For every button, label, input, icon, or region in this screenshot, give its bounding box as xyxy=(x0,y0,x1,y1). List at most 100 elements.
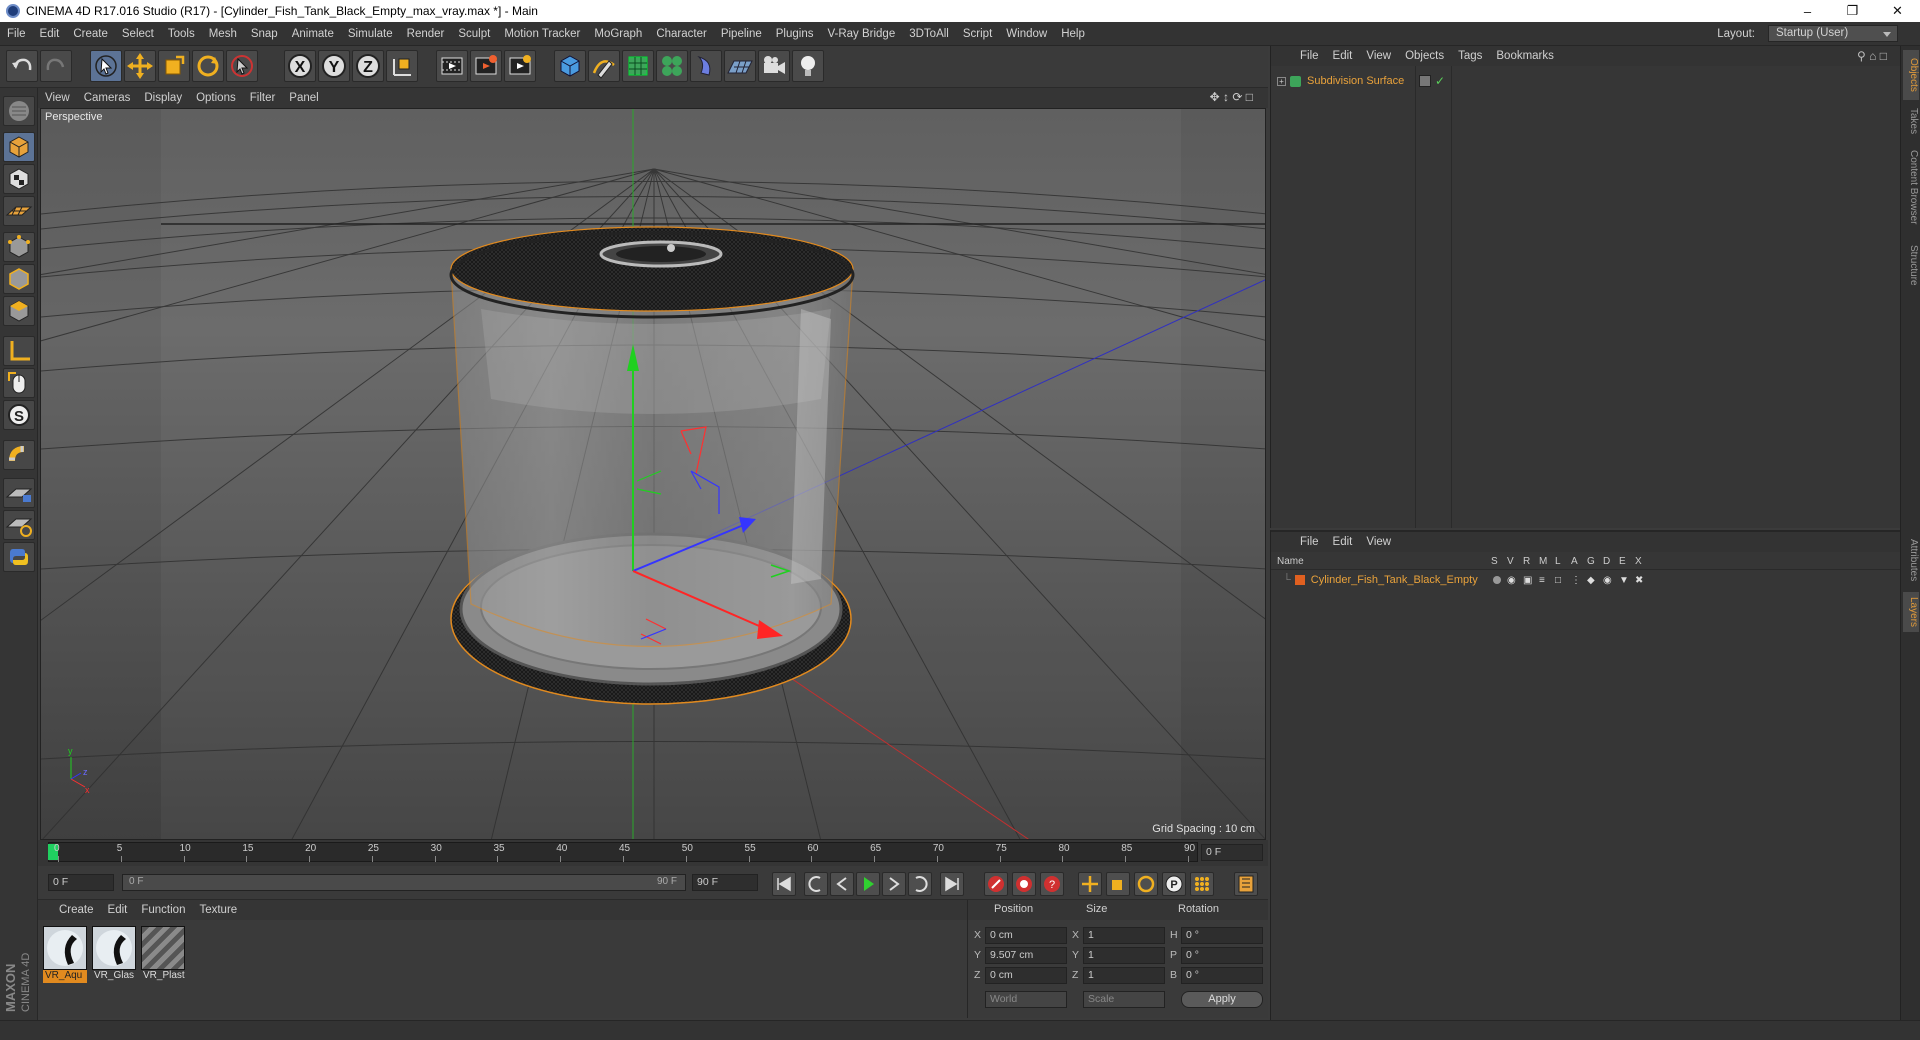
menu-pipeline[interactable]: Pipeline xyxy=(714,28,769,40)
floor-object-button[interactable] xyxy=(724,50,756,82)
next-key-button[interactable] xyxy=(908,872,932,896)
objects-menu-bookmarks[interactable]: Bookmarks xyxy=(1489,50,1561,62)
keyframe-selection-button[interactable]: ? xyxy=(1040,872,1064,896)
layer-render-column[interactable]: R xyxy=(1523,556,1530,567)
scale-tool-button[interactable] xyxy=(158,50,190,82)
enabled-check-icon[interactable]: ✓ xyxy=(1435,74,1445,88)
layer-animation-column[interactable]: A xyxy=(1571,556,1578,567)
material-swatch[interactable]: VR_Glas xyxy=(92,926,136,984)
timeline-layout-button[interactable] xyxy=(1234,872,1258,896)
cube-object-button[interactable] xyxy=(554,50,586,82)
redo-button[interactable] xyxy=(40,50,72,82)
menu-snap[interactable]: Snap xyxy=(244,28,285,40)
layer-solo-column[interactable]: S xyxy=(1491,556,1498,567)
make-editable-button[interactable] xyxy=(3,96,35,126)
layer-color-icon[interactable] xyxy=(1294,575,1305,585)
viewport-camera-label[interactable]: Perspective xyxy=(45,111,102,123)
deformer-icon[interactable]: ◉ xyxy=(1603,575,1612,586)
viewport-menu-view[interactable]: View xyxy=(38,92,77,104)
material-menu-edit[interactable]: Edit xyxy=(101,904,135,916)
previous-key-button[interactable] xyxy=(804,872,828,896)
menu-character[interactable]: Character xyxy=(649,28,714,40)
menu-plugins[interactable]: Plugins xyxy=(769,28,821,40)
layer-manager-column[interactable]: M xyxy=(1539,556,1547,567)
menu-tools[interactable]: Tools xyxy=(161,28,202,40)
tab-takes[interactable]: Takes xyxy=(1903,104,1919,138)
editor-visibility-icon[interactable] xyxy=(1419,75,1431,87)
subdivision-surface-button[interactable] xyxy=(622,50,654,82)
position-x-field[interactable]: 0 cm xyxy=(985,927,1067,944)
recent-tool-button[interactable] xyxy=(226,50,258,82)
coordinate-system-button[interactable] xyxy=(386,50,418,82)
restore-icon[interactable]: ❐ xyxy=(1830,0,1875,22)
rotation-h-field[interactable]: 0 ° xyxy=(1181,927,1263,944)
move-tool-button[interactable] xyxy=(124,50,156,82)
layer-generators-column[interactable]: G xyxy=(1587,556,1595,567)
layer-row[interactable]: └ Cylinder_Fish_Tank_Black_Empty ◉ ▣ ≡ □… xyxy=(1271,572,1901,588)
minimize-icon[interactable]: – xyxy=(1785,0,1830,22)
apply-button[interactable]: Apply xyxy=(1181,991,1263,1008)
menu-render[interactable]: Render xyxy=(400,28,452,40)
coordinate-mode-dropdown[interactable]: World xyxy=(985,991,1067,1008)
position-y-field[interactable]: 9.507 cm xyxy=(985,947,1067,964)
rotation-key-button[interactable] xyxy=(1134,872,1158,896)
locked-workplane-button[interactable] xyxy=(3,478,35,508)
x-axis-lock-button[interactable]: X xyxy=(284,50,316,82)
layer-xref-column[interactable]: X xyxy=(1635,556,1642,567)
deformer-button[interactable] xyxy=(690,50,722,82)
play-forward-button[interactable] xyxy=(856,872,880,896)
points-mode-button[interactable] xyxy=(3,232,35,262)
tab-objects[interactable]: Objects xyxy=(1903,50,1919,100)
end-frame-field[interactable]: 90 F xyxy=(692,874,758,891)
parameter-key-button[interactable]: P xyxy=(1162,872,1186,896)
magnet-tool-button[interactable] xyxy=(3,440,35,470)
menu-motion-tracker[interactable]: Motion Tracker xyxy=(497,28,587,40)
menu-help[interactable]: Help xyxy=(1054,28,1092,40)
python-button[interactable] xyxy=(3,542,35,572)
spline-pen-button[interactable] xyxy=(588,50,620,82)
material-swatch[interactable]: VR_Aqu xyxy=(43,926,87,984)
viewport-menu-filter[interactable]: Filter xyxy=(243,92,283,104)
light-object-button[interactable] xyxy=(792,50,824,82)
model-mode-button[interactable] xyxy=(3,132,35,162)
size-y-field[interactable]: 1 xyxy=(1083,947,1165,964)
position-z-field[interactable]: 0 cm xyxy=(985,967,1067,984)
record-active-objects-button[interactable] xyxy=(984,872,1008,896)
menu-select[interactable]: Select xyxy=(115,28,161,40)
objects-menu-file[interactable]: File xyxy=(1293,50,1326,62)
render-view-button[interactable] xyxy=(436,50,468,82)
cloner-button[interactable] xyxy=(656,50,688,82)
edges-mode-button[interactable] xyxy=(3,264,35,294)
menu-create[interactable]: Create xyxy=(66,28,115,40)
workplane-mode-button[interactable] xyxy=(3,196,35,226)
layer-expressions-column[interactable]: E xyxy=(1619,556,1626,567)
axis-mode-button[interactable] xyxy=(3,336,35,366)
tab-content-browser[interactable]: Content Browser xyxy=(1903,142,1919,232)
y-axis-lock-button[interactable]: Y xyxy=(318,50,350,82)
scale-key-button[interactable] xyxy=(1106,872,1130,896)
object-row[interactable]: + Subdivision Surface ✓ xyxy=(1271,72,1901,90)
viewport-navigation-icons[interactable]: ✥ ↕ ⟳ □ xyxy=(1203,90,1260,104)
edit-render-settings-button[interactable] xyxy=(504,50,536,82)
expression-icon[interactable]: ▼ xyxy=(1619,575,1629,586)
point-level-animation-button[interactable] xyxy=(1190,872,1214,896)
expand-icon[interactable]: + xyxy=(1277,76,1286,86)
camera-object-button[interactable] xyxy=(758,50,790,82)
rotate-tool-button[interactable] xyxy=(192,50,224,82)
viewport-menu-options[interactable]: Options xyxy=(189,92,243,104)
viewport-menu-cameras[interactable]: Cameras xyxy=(77,92,138,104)
generator-icon[interactable]: ◆ xyxy=(1587,575,1595,586)
menu-mesh[interactable]: Mesh xyxy=(202,28,244,40)
menu-sculpt[interactable]: Sculpt xyxy=(451,28,497,40)
solo-icon[interactable] xyxy=(1493,576,1501,584)
layout-dropdown[interactable]: Startup (User) xyxy=(1768,25,1898,42)
layers-menu-view[interactable]: View xyxy=(1359,536,1398,548)
position-key-button[interactable] xyxy=(1078,872,1102,896)
previous-frame-button[interactable] xyxy=(830,872,854,896)
texture-mode-button[interactable] xyxy=(3,164,35,194)
objects-menu-view[interactable]: View xyxy=(1359,50,1398,62)
material-swatch[interactable]: VR_Plast xyxy=(141,926,185,984)
objects-menu-tags[interactable]: Tags xyxy=(1451,50,1489,62)
planar-workplane-button[interactable] xyxy=(3,510,35,540)
tab-structure[interactable]: Structure xyxy=(1903,238,1919,292)
